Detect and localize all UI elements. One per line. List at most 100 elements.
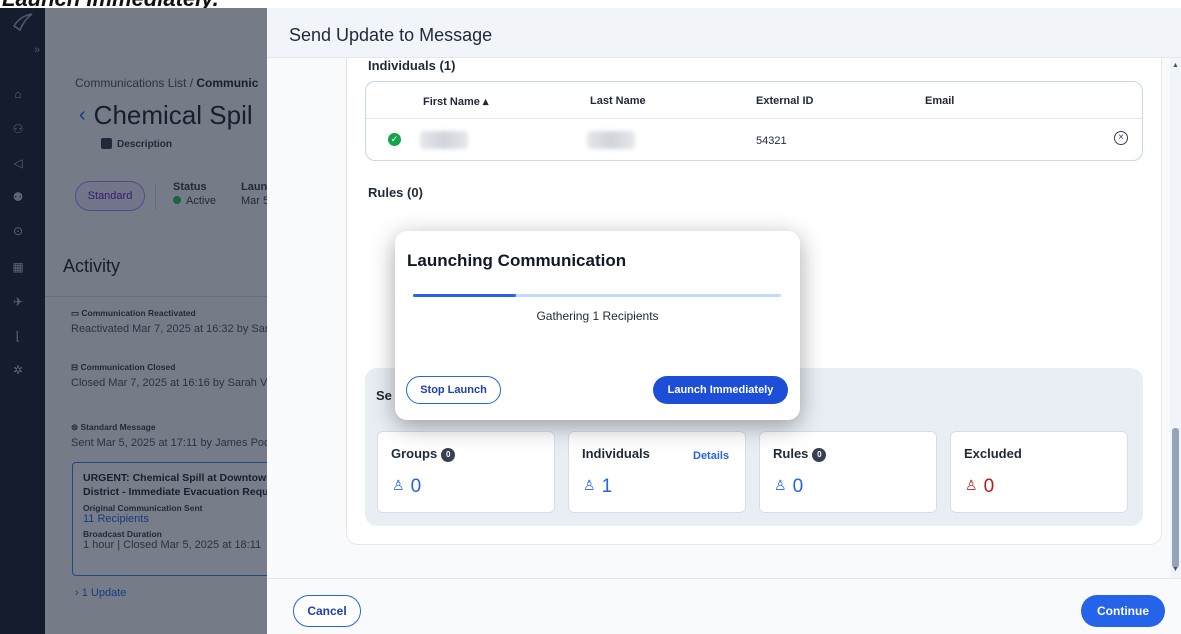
card-label: Rules <box>773 446 809 461</box>
breadcrumb-current: Communic <box>196 76 259 90</box>
person-icon: ♙ <box>392 477 405 493</box>
event-detail: Reactivated Mar 7, 2025 at 16:32 by Sar <box>71 323 267 335</box>
active-dot-icon <box>173 196 181 204</box>
launch-immediately-button[interactable]: Launch Immediately <box>653 376 788 404</box>
page-title-text: Chemical Spil <box>93 100 253 130</box>
calendar-icon[interactable]: ▦ <box>10 259 26 275</box>
card-value: 0 <box>792 476 804 497</box>
activity-event: ▭ Communication Reactivated Reactivated … <box>71 308 267 335</box>
original-sent-label: Original Communication Sent <box>83 503 203 513</box>
status-label: Status <box>173 181 207 193</box>
status-divider <box>155 184 156 210</box>
summary-heading: Se <box>376 388 392 403</box>
card-value: 0 <box>410 476 422 497</box>
message-card[interactable]: URGENT: Chemical Spill at Downtown Distr… <box>72 462 267 576</box>
plane-icon[interactable]: ✈ <box>10 294 26 310</box>
recipients-link[interactable]: 11 Recipients <box>83 513 267 525</box>
summary-card-rules: Rules 0 ♙ 0 <box>759 431 937 513</box>
modal-title: Launching Communication <box>407 251 627 270</box>
individuals-heading: Individuals (1) <box>368 58 456 73</box>
logo-icon[interactable] <box>12 12 34 32</box>
scroll-thumb[interactable] <box>1172 428 1179 568</box>
count-badge: 0 <box>441 448 456 462</box>
activity-divider <box>45 296 267 297</box>
duration-value: 1 hour | Closed Mar 5, 2025 at 18:11 <box>83 539 262 551</box>
duration-label: Broadcast Duration <box>83 529 162 539</box>
chart-icon[interactable]: ⌊ <box>10 328 26 344</box>
event-title: Communication Closed <box>80 362 176 372</box>
individuals-table: First Name ▴ Last Name External ID Email… <box>365 81 1143 161</box>
location-icon[interactable]: ⊙ <box>10 223 26 239</box>
drawer-header: Send Update to Message <box>267 8 1181 58</box>
event-title: Standard Message <box>80 422 156 432</box>
status-value: Active <box>186 195 216 207</box>
first-name-cell-redacted <box>420 131 468 149</box>
breadcrumb-list-link[interactable]: Communications List / <box>75 76 196 90</box>
drawer-title: Send Update to Message <box>289 25 493 45</box>
launch-block: Laun Mar 5 <box>241 180 267 208</box>
last-name-cell-redacted <box>587 131 635 149</box>
card-value: 1 <box>601 476 613 497</box>
stop-launch-button[interactable]: Stop Launch <box>406 376 501 404</box>
message-title-line-1: URGENT: Chemical Spill at Downtown <box>83 472 267 484</box>
description-link[interactable]: Description <box>101 138 172 150</box>
updates-link[interactable]: › 1 Update <box>75 587 126 599</box>
communication-detail-page: Communications List / Communic ‹ Chemical… <box>45 8 267 634</box>
scroll-up-icon[interactable]: ▲ <box>1172 62 1179 69</box>
page-title: ‹ Chemical Spil <box>79 100 253 131</box>
person-icon: ♙ <box>965 477 978 493</box>
edit-icon <box>101 138 112 149</box>
column-header-email[interactable]: Email <box>925 95 954 107</box>
status-block: Status Active <box>173 180 216 208</box>
cancel-button[interactable]: Cancel <box>293 595 361 627</box>
check-circle-icon: ✓ <box>388 133 401 146</box>
count-badge: 0 <box>812 448 827 462</box>
card-label: Groups <box>391 446 438 461</box>
column-header-external-id[interactable]: External ID <box>756 95 813 107</box>
event-detail: Sent Mar 5, 2025 at 17:11 by James Poo <box>71 437 267 449</box>
type-pill: Standard <box>75 181 145 211</box>
column-header-first-name[interactable]: First Name ▴ <box>423 95 488 108</box>
caption-strip: Launch Immediately. <box>0 0 1181 8</box>
message-title-line-2: District - Immediate Evacuation Requ <box>83 486 267 498</box>
table-divider <box>366 118 1142 119</box>
card-value: 0 <box>983 476 995 497</box>
person-icon: ♙ <box>774 477 787 493</box>
remove-circle-icon[interactable]: × <box>1114 131 1128 145</box>
modal-status-text: Gathering 1 Recipients <box>536 309 659 323</box>
activity-heading: Activity <box>63 256 121 276</box>
external-id-cell: 54321 <box>756 135 787 147</box>
drawer-footer: Cancel Continue <box>267 578 1181 634</box>
launch-progress-fill <box>413 294 517 297</box>
continue-button[interactable]: Continue <box>1081 595 1165 627</box>
team-icon[interactable]: ⚇ <box>10 121 26 137</box>
scroll-down-icon[interactable]: ▼ <box>1172 566 1179 573</box>
launch-progress-bar <box>413 294 781 297</box>
caption-text: Launch Immediately. <box>2 0 219 8</box>
expand-icon[interactable]: » <box>34 44 40 56</box>
event-detail: Closed Mar 7, 2025 at 16:16 by Sarah Ve <box>71 377 267 389</box>
summary-card-individuals: Individuals Details ♙ 1 <box>568 431 746 513</box>
app-root: Launch Immediately. » ⌂ ⚇ ◁ ⚉ ⊙ ▦ ✈ ⌊ ✲ … <box>0 0 1181 634</box>
activity-event: ⊟ Communication Closed Closed Mar 7, 202… <box>71 362 267 389</box>
summary-card-excluded: Excluded ♙ 0 <box>950 431 1128 513</box>
megaphone-icon[interactable]: ◁ <box>10 155 26 171</box>
details-link[interactable]: Details <box>693 450 729 462</box>
rules-heading: Rules (0) <box>368 185 423 200</box>
column-header-last-name[interactable]: Last Name <box>590 95 646 107</box>
launching-modal: Launching Communication Gathering 1 Reci… <box>395 231 800 420</box>
launch-label: Laun <box>241 181 267 193</box>
drawer-scrollbar[interactable]: ▲ ▼ <box>1170 58 1181 578</box>
back-chevron-icon[interactable]: ‹ <box>79 104 86 126</box>
card-label: Individuals <box>582 446 650 461</box>
summary-card-groups: Groups 0 ♙ 0 <box>377 431 555 513</box>
launch-value: Mar 5 <box>241 195 267 207</box>
home-icon[interactable]: ⌂ <box>10 86 26 102</box>
people-icon[interactable]: ⚉ <box>10 189 26 205</box>
card-label: Excluded <box>964 446 1022 461</box>
gear-icon[interactable]: ✲ <box>10 362 26 378</box>
activity-event: ⊜ Standard Message Sent Mar 5, 2025 at 1… <box>71 422 267 449</box>
breadcrumb: Communications List / Communic <box>75 76 258 90</box>
left-nav: » ⌂ ⚇ ◁ ⚉ ⊙ ▦ ✈ ⌊ ✲ <box>0 8 45 634</box>
event-title: Communication Reactivated <box>81 308 196 318</box>
